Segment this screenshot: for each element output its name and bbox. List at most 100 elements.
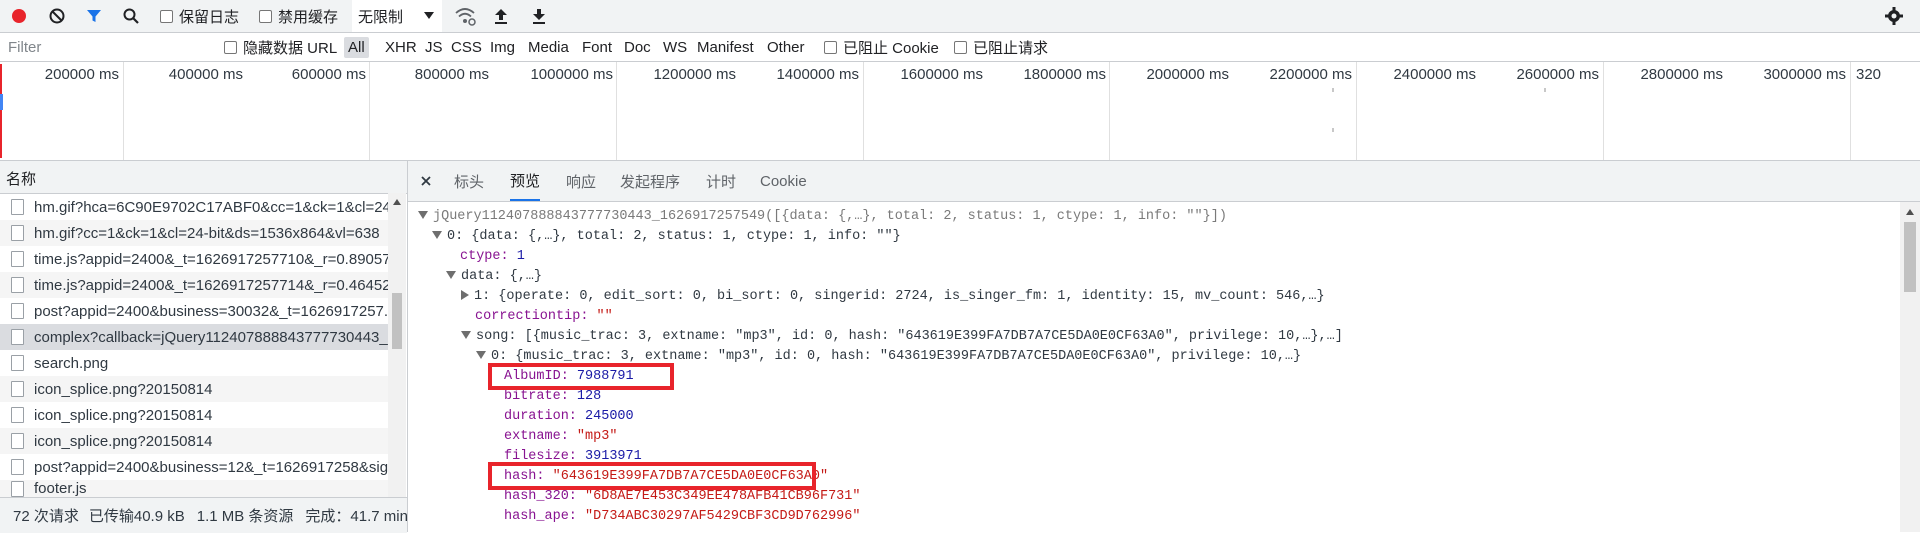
tree-leaf-correctiontip: correctiontip: "" (475, 309, 613, 324)
request-row[interactable]: time.js?appid=2400&_t=1626917257710&_r=0… (0, 246, 388, 272)
checkbox-box[interactable] (954, 40, 967, 54)
checkbox-box[interactable] (160, 9, 173, 23)
timeline-tick: 2400000 ms (1393, 66, 1476, 83)
timeline-tick: 320 (1856, 66, 1882, 83)
blocked-cookies-label: 已阻止 Cookie (843, 39, 939, 57)
checkbox-box[interactable] (259, 9, 272, 23)
request-row[interactable]: post?appid=2400&business=12&_t=162691725… (0, 454, 388, 480)
request-row[interactable]: search.png (0, 350, 388, 376)
type-filter-js[interactable]: JS (425, 33, 443, 61)
json-preview: jQuery112407888843777730443_162691725754… (408, 202, 1900, 532)
blocked-cookies-checkbox[interactable]: 已阻止 Cookie (824, 33, 939, 61)
request-name: footer.js (34, 480, 87, 497)
type-filter-ws[interactable]: WS (663, 33, 687, 61)
disable-cache-checkbox[interactable]: 禁用缓存 (259, 0, 338, 32)
timeline-tick: 1600000 ms (900, 66, 983, 83)
timeline-tick: 2600000 ms (1516, 66, 1599, 83)
tree-node-data[interactable]: data: {,…} (446, 269, 542, 284)
tree-node-song-0[interactable]: 0: {music_trac: 3, extname: "mp3", id: 0… (476, 349, 1301, 364)
type-filter-doc[interactable]: Doc (624, 33, 651, 61)
tab-cookies[interactable]: Cookie (760, 161, 807, 201)
filter-bar: Filter 隐藏数据 URL All XHR JS CSS Img Media… (0, 33, 1920, 62)
highlight-box-albumid (488, 363, 674, 390)
document-icon (11, 433, 24, 449)
tab-headers[interactable]: 标头 (454, 161, 484, 201)
network-settings-button[interactable] (1884, 0, 1904, 32)
filter-icon (87, 10, 101, 22)
checkbox-box[interactable] (224, 40, 237, 54)
document-icon (11, 407, 24, 423)
tab-initiator[interactable]: 发起程序 (620, 161, 680, 201)
type-filter-img[interactable]: Img (490, 33, 515, 61)
timeline-tick: 1000000 ms (530, 66, 613, 83)
tree-node-data-1[interactable]: 1: {operate: 0, edit_sort: 0, bi_sort: 0… (461, 289, 1325, 304)
type-filter-other[interactable]: Other (767, 33, 805, 61)
type-filter-css[interactable]: CSS (451, 33, 482, 61)
throttling-select[interactable]: 无限制 (352, 0, 442, 32)
import-har-button[interactable] (492, 0, 510, 32)
network-conditions-button[interactable] (454, 0, 476, 32)
close-details-button[interactable] (420, 161, 432, 201)
devtools-toolbar: 保留日志 禁用缓存 无限制 (0, 0, 1920, 33)
document-icon (11, 355, 24, 371)
scrollbar-thumb[interactable] (392, 293, 402, 349)
timeline-tick: 800000 ms (414, 66, 489, 83)
filter-input[interactable]: Filter (8, 33, 41, 61)
request-name: hm.gif?hca=6C90E9702C17ABF0&cc=1&ck=1&cl… (34, 198, 388, 216)
timeline-bar (1332, 128, 1334, 132)
request-row[interactable]: post?appid=2400&business=30032&_t=162691… (0, 298, 388, 324)
request-list-scrollbar[interactable] (388, 193, 406, 500)
throttling-value: 无限制 (358, 8, 404, 26)
scroll-up-icon[interactable] (1906, 209, 1914, 215)
type-filter-all[interactable]: All (344, 33, 369, 61)
upload-icon (495, 9, 507, 24)
transferred-size: 已传输40.9 kB (88, 508, 185, 525)
blocked-requests-checkbox[interactable]: 已阻止请求 (954, 33, 1048, 61)
tab-timing[interactable]: 计时 (706, 161, 736, 201)
request-row[interactable]: icon_splice.png?20150814 (0, 402, 388, 428)
request-row[interactable]: hm.gif?hca=6C90E9702C17ABF0&cc=1&ck=1&cl… (0, 194, 388, 220)
timeline-marker (0, 64, 2, 158)
request-row[interactable]: hm.gif?cc=1&ck=1&cl=24-bit&ds=1536x864&v… (0, 220, 388, 246)
request-details-panel: 标头 预览 响应 发起程序 计时 Cookie jQuery1124078888… (408, 161, 1920, 532)
record-button[interactable] (10, 0, 28, 32)
tab-preview[interactable]: 预览 (510, 161, 541, 201)
scrollbar-thumb[interactable] (1904, 222, 1916, 292)
document-icon (11, 251, 24, 267)
export-har-button[interactable] (530, 0, 548, 32)
timeline-tick: 3000000 ms (1763, 66, 1846, 83)
preserve-log-checkbox[interactable]: 保留日志 (160, 0, 239, 32)
request-name: icon_splice.png?20150814 (34, 380, 213, 398)
type-filter-manifest[interactable]: Manifest (697, 33, 754, 61)
tab-response[interactable]: 响应 (566, 161, 596, 201)
tree-node-song[interactable]: song: [{music_trac: 3, extname: "mp3", i… (461, 329, 1343, 344)
tree-node-item0[interactable]: 0: {data: {,…}, total: 2, status: 1, cty… (432, 229, 901, 244)
preserve-log-label: 保留日志 (179, 8, 240, 26)
request-row[interactable]: time.js?appid=2400&_t=1626917257714&_r=0… (0, 272, 388, 298)
name-column-header[interactable]: 名称 (0, 161, 407, 194)
request-name: time.js?appid=2400&_t=1626917257714&_r=0… (34, 276, 388, 294)
request-row[interactable]: icon_splice.png?20150814 (0, 428, 388, 454)
search-button[interactable] (122, 0, 140, 32)
request-row[interactable]: icon_splice.png?20150814 (0, 376, 388, 402)
request-row-selected[interactable]: complex?callback=jQuery11240788884377773… (0, 324, 388, 350)
hide-data-urls-checkbox[interactable]: 隐藏数据 URL (224, 33, 337, 61)
timeline-overview[interactable]: 200000 ms 400000 ms 600000 ms 800000 ms … (0, 62, 1920, 161)
type-filter-xhr[interactable]: XHR (385, 33, 417, 61)
type-filter-font[interactable]: Font (582, 33, 612, 61)
clear-button[interactable] (48, 0, 66, 32)
type-filter-media[interactable]: Media (528, 33, 569, 61)
request-list-panel: 名称 hm.gif?hca=6C90E9702C17ABF0&cc=1&ck=1… (0, 161, 408, 533)
filter-toggle-button[interactable] (85, 0, 103, 32)
request-count: 72 次请求 (13, 508, 79, 525)
request-name: icon_splice.png?20150814 (34, 432, 213, 450)
scroll-up-icon[interactable] (393, 199, 401, 205)
tree-node-root[interactable]: jQuery112407888843777730443_162691725754… (418, 209, 1227, 224)
preview-scrollbar[interactable] (1900, 202, 1920, 532)
finish-time: 完成：41.7 min (305, 508, 407, 525)
document-icon (11, 303, 24, 319)
request-row[interactable]: footer.js (0, 480, 388, 497)
request-name: search.png (34, 354, 109, 372)
checkbox-box[interactable] (824, 40, 837, 54)
highlight-box-hash (488, 462, 816, 490)
